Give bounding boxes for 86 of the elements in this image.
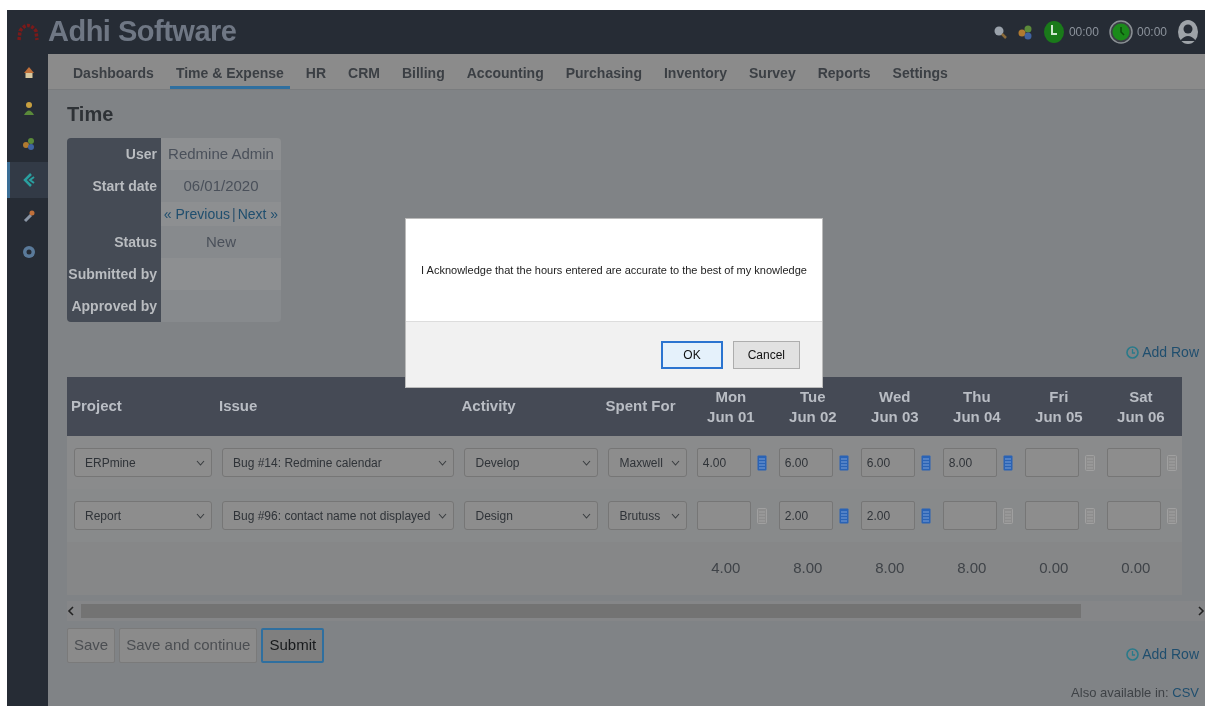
clock-icon [1042, 20, 1065, 44]
nav-tab[interactable]: Inventory [658, 54, 733, 89]
total-value: 0.00 [1120, 558, 1152, 579]
clock-icon [1108, 20, 1133, 44]
search-icon[interactable] [992, 25, 1007, 39]
app-title: Adhi Software [48, 14, 237, 50]
people-icon [22, 137, 36, 151]
csv-link[interactable]: CSV [1172, 684, 1199, 700]
info-label: Submitted by [67, 258, 161, 290]
total-value: 8.00 [956, 558, 988, 579]
select-field[interactable]: Bug #96: contact name not displayed [222, 501, 455, 530]
dialog-message: I Acknowledge that the hours entered are accurate to the best of my knowledge [421, 262, 807, 278]
user-avatar-icon[interactable] [1177, 19, 1199, 45]
people-icon[interactable] [1016, 24, 1033, 40]
dialog-button[interactable]: OK [661, 340, 723, 369]
clock-icon [1126, 346, 1140, 359]
nav-tab[interactable]: Billing [395, 54, 451, 89]
column-header: Project [67, 377, 215, 436]
hours-input[interactable]: 4.00 [696, 448, 751, 477]
select-field[interactable]: Maxwell [608, 448, 687, 477]
info-label: Approved by [67, 290, 161, 322]
chevron-down-icon [196, 459, 205, 466]
chevron-down-icon [670, 512, 680, 519]
nav-tab[interactable]: Accounting [460, 54, 550, 89]
total-value: 8.00 [874, 558, 906, 579]
nav-tab[interactable]: Reports [811, 54, 877, 89]
total-value: 4.00 [710, 558, 742, 579]
nav-tab[interactable]: Settings [886, 54, 954, 89]
hours-input[interactable]: 2.00 [778, 501, 833, 530]
action-button[interactable]: Save and continue [119, 628, 258, 663]
nav-tab[interactable]: Time & Expense [169, 54, 290, 89]
info-value: Redmine Admin [161, 138, 281, 170]
user-icon [22, 101, 36, 115]
chevron-down-icon [582, 459, 592, 466]
chevron-down-icon [438, 459, 448, 466]
column-header: Wed Jun 03 [853, 377, 936, 436]
export-text: Also available in: CSV [1071, 684, 1199, 700]
pager-link[interactable]: « Previous [163, 202, 230, 226]
hours-input[interactable]: 2.00 [860, 501, 915, 530]
column-header: Issue [215, 377, 458, 436]
select-field[interactable]: Develop [464, 448, 599, 477]
total-value: 8.00 [792, 558, 824, 579]
select-field[interactable]: ERPmine [74, 448, 212, 477]
chevron-left-icon [67, 606, 75, 616]
info-label: User [67, 138, 161, 170]
select-field[interactable]: Bug #14: Redmine calendar [222, 448, 455, 477]
nav-tab[interactable]: Survey [743, 54, 802, 89]
chevron-down-icon [196, 512, 205, 519]
chevron-down-icon [438, 512, 448, 519]
select-field[interactable]: Report [74, 501, 212, 530]
info-value: New [161, 226, 281, 258]
column-header: Thu Jun 04 [935, 377, 1018, 436]
clock-icon [1126, 648, 1140, 661]
hours-input[interactable]: 6.00 [860, 448, 915, 477]
timer-text: 00:00 [1136, 24, 1167, 41]
nav-tab[interactable]: CRM [342, 54, 386, 89]
hours-input[interactable]: 8.00 [942, 448, 997, 477]
chevron-down-icon [670, 459, 680, 466]
nav-tab[interactable]: Purchasing [559, 54, 648, 89]
add-row-link[interactable]: Add Row [1126, 644, 1199, 665]
select-field[interactable]: Brutuss [608, 501, 687, 530]
total-value: 0.00 [1038, 558, 1070, 579]
timer-text: 00:00 [1068, 24, 1099, 41]
add-row-link[interactable]: Add Row [1126, 342, 1199, 363]
sidebar-item[interactable] [7, 162, 48, 198]
pager-link[interactable]: Next » [237, 202, 279, 226]
select-field[interactable]: Design [464, 501, 599, 530]
nav-tab[interactable]: HR [299, 54, 333, 89]
arch-logo-icon [16, 23, 39, 41]
info-label: Start date [67, 170, 161, 202]
chevron-right-icon [1197, 606, 1205, 616]
info-value: 06/01/2020 [161, 170, 281, 202]
action-button[interactable]: Submit [261, 628, 325, 663]
chevron-down-icon [582, 512, 592, 519]
action-button[interactable]: Save [67, 628, 116, 663]
home-icon [22, 65, 36, 79]
scrollbar[interactable] [67, 601, 1205, 621]
nav-tab[interactable]: Dashboards [67, 54, 160, 89]
info-label: Status [67, 226, 161, 258]
column-header: Fri Jun 05 [1017, 377, 1100, 436]
pager-separator: | [232, 205, 236, 224]
wrench-icon [22, 209, 36, 223]
page-title: Time [67, 102, 115, 126]
hours-input[interactable]: 6.00 [778, 448, 833, 477]
column-header: Sat Jun 06 [1099, 377, 1182, 436]
dialog-button[interactable]: Cancel [732, 340, 800, 369]
